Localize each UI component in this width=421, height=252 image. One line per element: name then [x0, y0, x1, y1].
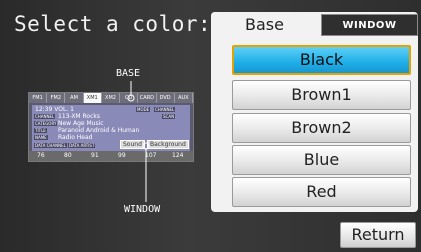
preview-band-tabs: FM1 FM2 AM XM1 XM2 CD CARD DVD AUX — [29, 93, 193, 103]
preview-preset: 107 — [145, 152, 157, 159]
preview-chip: CHANNEL — [154, 107, 176, 112]
preview-tab: FM1 — [29, 93, 48, 103]
preview-tab: DVD — [157, 93, 175, 103]
preview-background-button: Background — [147, 140, 189, 149]
preview-chip: TITLE — [34, 128, 47, 133]
preview-chip: DATA CHANNEL — [34, 143, 67, 148]
preview-chip: CATEGORY — [34, 121, 58, 126]
window-callout-label: WINDOW — [124, 204, 161, 215]
preview-preset: 99 — [118, 152, 126, 159]
preview-tab: AUX — [175, 93, 193, 103]
preview-line: Paranoid Android & Human — [58, 127, 140, 134]
return-button[interactable]: Return — [340, 222, 416, 248]
preview-line: New Age Music — [58, 120, 104, 127]
color-option-blue[interactable]: Blue — [232, 145, 411, 175]
tab-window[interactable]: WINDOW — [321, 14, 418, 36]
preview-tab: AM — [65, 93, 84, 103]
preview-preset: 91 — [91, 152, 99, 159]
preview-chip: NAME — [34, 135, 48, 140]
base-callout-label: BASE — [116, 68, 141, 79]
preview-tab: CARD — [138, 93, 157, 103]
preview-chip: CHANNEL — [34, 114, 56, 119]
preview-chip: MODE — [136, 107, 151, 112]
preview-sound-button: Sound — [120, 140, 145, 149]
color-option-red[interactable]: Red — [232, 177, 411, 207]
preview-window: 12:39 VOL. 1 CHANNEL 113-XM Rocks CATEGO… — [32, 105, 190, 151]
preview-preset: 76 — [37, 152, 45, 159]
audio-screen-preview: FM1 FM2 AM XM1 XM2 CD CARD DVD AUX 12:39… — [28, 92, 194, 162]
page-title: Select a color: — [14, 12, 212, 36]
color-select-screen: Select a color: BASE WINDOW FM1 FM2 AM X… — [0, 0, 421, 252]
preview-line: 113-XM Rocks — [58, 113, 100, 120]
preview-clock: 12:39 VOL. 1 — [35, 106, 74, 113]
preview-line: Radio Head — [58, 134, 93, 141]
color-option-black[interactable]: Black — [232, 45, 411, 75]
preview-preset-bar: 76 80 91 99 107 124 — [29, 151, 193, 161]
color-option-brown1[interactable]: Brown1 — [232, 80, 411, 110]
preview-tab-active: XM1 — [83, 93, 102, 103]
preview-preset: 124 — [172, 152, 184, 159]
preview-tab: CD — [120, 93, 139, 103]
color-option-brown2[interactable]: Brown2 — [232, 113, 411, 143]
preview-chip: SCAN — [162, 114, 176, 119]
tab-base[interactable]: Base — [211, 12, 318, 38]
preview-tab: FM2 — [47, 93, 66, 103]
preview-chip: DATA ARTIST — [68, 143, 96, 148]
preview-preset: 80 — [64, 152, 72, 159]
preview-tab: XM2 — [102, 93, 121, 103]
